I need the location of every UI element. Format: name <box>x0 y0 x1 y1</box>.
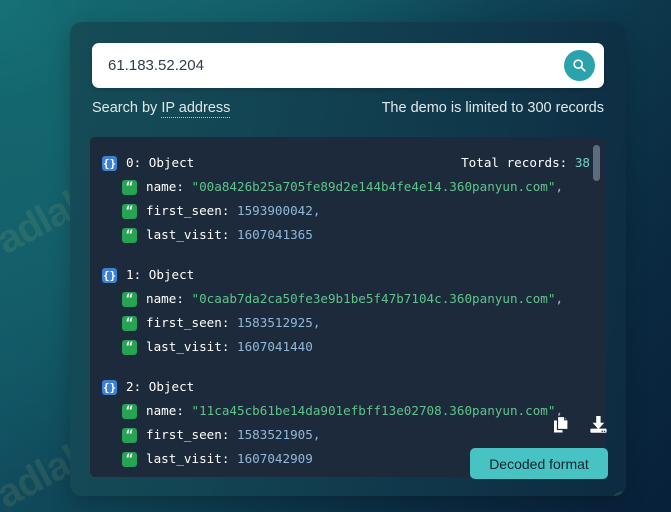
json-field-value: 1583521905 <box>237 427 313 442</box>
decoded-format-button[interactable]: Decoded format <box>470 448 608 479</box>
json-object-header[interactable]: {} 2: Object <box>90 375 606 399</box>
demo-limit-note: The demo is limited to 300 records <box>381 100 604 116</box>
json-field-key: first_seen: <box>146 315 237 330</box>
search-card: Search by IP address The demo is limited… <box>70 22 626 496</box>
json-field-key: last_visit: <box>146 227 237 242</box>
download-button[interactable] <box>589 415 608 434</box>
result-actions <box>553 415 608 434</box>
object-badge-icon: {} <box>102 267 117 283</box>
json-field-row: “ name: "00a8426b25a705fe89d2e144b4fe4e14… <box>90 175 606 199</box>
json-punctuation: , <box>312 315 321 330</box>
json-field-value: "0caab7da2ca50fe3e9b1be5f47b7104c.360pan… <box>191 291 556 306</box>
total-records: Total records: 38 <box>461 151 590 175</box>
string-badge-icon: “ <box>122 451 137 467</box>
json-field-row: “ first_seen: 1583521905, <box>90 423 606 447</box>
download-icon <box>590 416 607 433</box>
object-badge-icon: {} <box>102 155 117 171</box>
json-object-header[interactable]: {} 1: Object <box>90 263 606 287</box>
json-field-value: 1593900042 <box>237 203 313 218</box>
string-badge-icon: “ <box>122 427 137 443</box>
json-punctuation: , <box>312 427 321 442</box>
search-input[interactable] <box>108 43 558 88</box>
json-field-key: first_seen: <box>146 203 237 218</box>
search-hint-prefix: Search by <box>92 100 162 116</box>
string-badge-icon: “ <box>122 315 137 331</box>
json-punctuation: , <box>312 203 321 218</box>
total-records-label: Total records: <box>461 155 575 170</box>
json-field-key: last_visit: <box>146 339 237 354</box>
json-scrollbar-thumb[interactable] <box>593 145 600 181</box>
string-badge-icon: “ <box>122 203 137 219</box>
json-field-value: 1607041440 <box>237 339 313 354</box>
json-field-row: “ first_seen: 1583512925, <box>90 311 606 335</box>
json-object-label: 1: Object <box>126 267 195 282</box>
search-icon <box>573 59 586 72</box>
copy-button[interactable] <box>553 415 571 434</box>
string-badge-icon: “ <box>122 227 137 243</box>
json-punctuation: , <box>555 291 564 306</box>
json-field-value: 1607041365 <box>237 227 313 242</box>
json-body: {} 0: Object “ name: "00a8426b25a705fe89d2e… <box>90 137 606 477</box>
search-bar <box>92 43 604 88</box>
json-field-value: "00a8426b25a705fe89d2e144b4fe4e14.360pan… <box>191 179 556 194</box>
json-field-row: “ last_visit: 1607041365 <box>90 223 606 247</box>
json-field-key: name: <box>146 291 192 306</box>
search-hint-ip-address[interactable]: IP address <box>161 100 231 118</box>
object-badge-icon: {} <box>102 379 117 395</box>
copy-icon <box>554 415 569 433</box>
string-badge-icon: “ <box>122 339 137 355</box>
json-punctuation: , <box>555 179 564 194</box>
json-field-value: 1583512925 <box>237 315 313 330</box>
json-field-key: name: <box>146 403 192 418</box>
string-badge-icon: “ <box>122 403 137 419</box>
json-field-key: name: <box>146 179 192 194</box>
search-button[interactable] <box>564 50 595 81</box>
json-object-label: 2: Object <box>126 379 195 394</box>
total-records-value: 38 <box>574 155 590 170</box>
json-field-row: “ last_visit: 1607041440 <box>90 335 606 359</box>
string-badge-icon: “ <box>122 179 137 195</box>
search-meta-row: Search by IP address The demo is limited… <box>92 100 604 118</box>
json-field-value: "11ca45cb61be14da901efbff13e02708.360pan… <box>191 403 556 418</box>
json-field-value: 1607042909 <box>237 451 313 466</box>
json-field-key: last_visit: <box>146 451 237 466</box>
search-hint: Search by IP address <box>92 100 231 118</box>
json-field-row: “ name: "0caab7da2ca50fe3e9b1be5f47b7104c… <box>90 287 606 311</box>
json-field-row: “ first_seen: 1593900042, <box>90 199 606 223</box>
json-object-label: 0: Object <box>126 155 195 170</box>
json-object-group: {} 1: Object “ name: "0caab7da2ca50fe3e9b1b… <box>90 263 606 359</box>
json-field-row: “ name: "11ca45cb61be14da901efbff13e02708… <box>90 399 606 423</box>
string-badge-icon: “ <box>122 291 137 307</box>
json-result-panel[interactable]: {} 0: Object “ name: "00a8426b25a705fe89d2e… <box>90 137 606 477</box>
json-field-key: first_seen: <box>146 427 237 442</box>
